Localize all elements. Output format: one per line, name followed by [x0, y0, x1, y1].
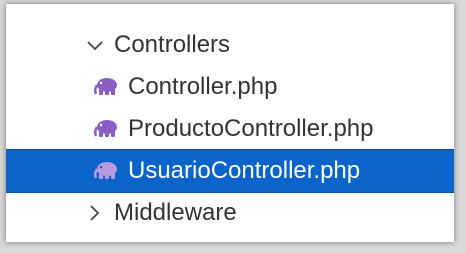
file-item-usuariocontroller-selected[interactable]: UsuarioController.php [6, 149, 454, 193]
chevron-down-icon[interactable] [84, 34, 106, 56]
folder-controllers[interactable]: Controllers [6, 24, 454, 66]
file-explorer-tree: Controllers Controller.php ProductoContr… [6, 4, 454, 242]
file-label: UsuarioController.php [128, 157, 361, 184]
file-label: ProductoController.php [128, 115, 374, 142]
folder-middleware[interactable]: Middleware [6, 192, 454, 234]
file-label: Controller.php [128, 73, 278, 100]
php-elephant-icon [94, 160, 120, 182]
folder-label: Middleware [114, 199, 237, 226]
folder-label: Controllers [114, 31, 231, 58]
file-item-productocontroller[interactable]: ProductoController.php [6, 108, 454, 150]
php-elephant-icon [94, 118, 120, 140]
php-elephant-icon [94, 76, 120, 98]
file-item-controller[interactable]: Controller.php [6, 66, 454, 108]
chevron-right-icon[interactable] [84, 202, 106, 224]
